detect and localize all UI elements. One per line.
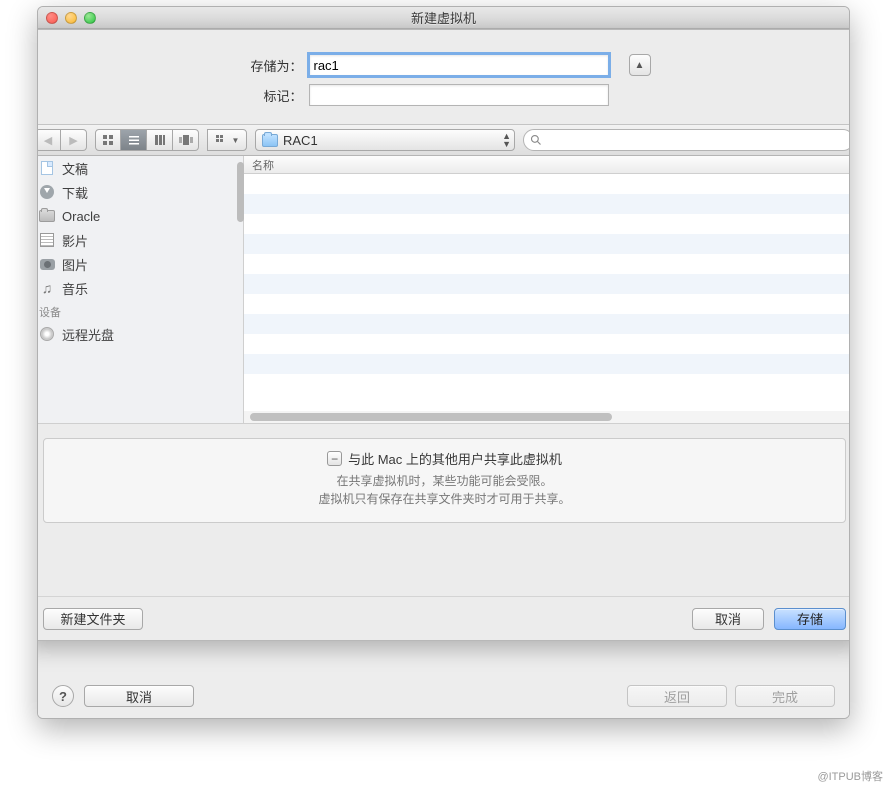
- view-icon-button[interactable]: [95, 129, 121, 151]
- list-row: [244, 234, 850, 254]
- sheet-bottom-bar: 新建文件夹 取消 存储: [37, 596, 850, 640]
- grid-icon: [102, 134, 114, 146]
- new-folder-button[interactable]: 新建文件夹: [43, 608, 143, 630]
- folder-icon: [39, 208, 55, 224]
- list-row: [244, 174, 850, 194]
- share-note-2: 虚拟机只有保存在共享文件夹时才可用于共享。: [52, 490, 837, 508]
- disc-icon: [39, 326, 55, 342]
- share-note-1: 在共享虚拟机时，某些功能可能会受限。: [52, 472, 837, 490]
- save-as-input[interactable]: [309, 54, 609, 76]
- search-box[interactable]: [523, 129, 850, 151]
- sidebar-item-remote-disc[interactable]: 远程光盘: [37, 322, 243, 346]
- titlebar: 新建虚拟机: [38, 7, 849, 29]
- column-icon: [154, 134, 166, 146]
- coverflow-icon: [179, 134, 193, 146]
- view-coverflow-button[interactable]: [173, 129, 199, 151]
- path-label: RAC1: [283, 133, 318, 148]
- film-icon: [39, 232, 55, 248]
- view-group: [95, 129, 199, 151]
- sidebar: 文稿 下载 Oracle 影片 图片: [37, 156, 244, 423]
- sidebar-item-label: 远程光盘: [62, 325, 114, 344]
- sidebar-devices-header: 设备: [37, 300, 243, 322]
- list-row: [244, 274, 850, 294]
- list-row: [244, 334, 850, 354]
- list-column-header[interactable]: 名称: [244, 156, 850, 174]
- main-window: 新建虚拟机 ? 取消 返回 完成 存储为： ▲ 标记：: [37, 6, 850, 719]
- nav-group: ◀ ▶: [37, 129, 87, 151]
- tag-input[interactable]: [309, 84, 609, 106]
- sidebar-item-label: Oracle: [62, 209, 100, 224]
- share-title: 与此 Mac 上的其他用户共享此虚拟机: [348, 449, 562, 468]
- nav-forward-button[interactable]: ▶: [61, 129, 87, 151]
- hscroll-thumb[interactable]: [250, 413, 612, 421]
- music-icon: ♫: [39, 280, 55, 296]
- sidebar-item-documents[interactable]: 文稿: [37, 156, 243, 180]
- help-button[interactable]: ?: [52, 685, 74, 707]
- updown-icon: ▲▼: [502, 132, 511, 148]
- list-row: [244, 294, 850, 314]
- list-rows: [244, 174, 850, 411]
- sidebar-item-label: 图片: [62, 255, 88, 274]
- sheet-cancel-button[interactable]: 取消: [692, 608, 764, 630]
- sheet-save-button[interactable]: 存储: [774, 608, 846, 630]
- sidebar-item-music[interactable]: ♫ 音乐: [37, 276, 243, 300]
- file-list: 名称: [244, 156, 850, 423]
- sidebar-item-oracle[interactable]: Oracle: [37, 204, 243, 228]
- window-title: 新建虚拟机: [38, 8, 849, 27]
- view-list-button[interactable]: [121, 129, 147, 151]
- sidebar-scrollbar-thumb[interactable]: [237, 162, 244, 222]
- sidebar-item-label: 文稿: [62, 159, 88, 178]
- sheet-top: 存储为： ▲ 标记：: [37, 30, 850, 124]
- sidebar-item-label: 音乐: [62, 279, 88, 298]
- list-icon: [128, 134, 140, 146]
- browser-toolbar: ◀ ▶ ▼: [37, 124, 850, 156]
- list-row: [244, 354, 850, 374]
- watermark: @ITPUB博客: [817, 768, 883, 784]
- arrange-group: ▼: [207, 129, 247, 151]
- browser-body: 文稿 下载 Oracle 影片 图片: [37, 156, 850, 424]
- search-icon: [530, 134, 542, 146]
- sidebar-item-movies[interactable]: 影片: [37, 228, 243, 252]
- wizard-bottom-bar: ? 取消 返回 完成: [38, 674, 849, 718]
- tag-label: 标记：: [183, 86, 303, 105]
- share-panel: − 与此 Mac 上的其他用户共享此虚拟机 在共享虚拟机时，某些功能可能会受限。…: [43, 438, 846, 523]
- save-sheet: 存储为： ▲ 标记： ◀ ▶: [37, 29, 850, 641]
- list-row: [244, 254, 850, 274]
- sidebar-item-label: 影片: [62, 231, 88, 250]
- download-icon: [39, 184, 55, 200]
- list-row: [244, 194, 850, 214]
- document-icon: [39, 160, 55, 176]
- sidebar-item-pictures[interactable]: 图片: [37, 252, 243, 276]
- collapse-toggle-button[interactable]: ▲: [629, 54, 651, 76]
- path-dropdown[interactable]: RAC1 ▲▼: [255, 129, 515, 151]
- wizard-finish-button: 完成: [735, 685, 835, 707]
- list-row: [244, 314, 850, 334]
- nav-back-button[interactable]: ◀: [37, 129, 61, 151]
- horizontal-scrollbar[interactable]: [244, 411, 850, 423]
- sidebar-item-downloads[interactable]: 下载: [37, 180, 243, 204]
- list-row: [244, 374, 850, 394]
- search-input[interactable]: [546, 133, 847, 147]
- wizard-back-button: 返回: [627, 685, 727, 707]
- camera-icon: [39, 256, 55, 272]
- arrange-button[interactable]: ▼: [207, 129, 247, 151]
- list-row: [244, 214, 850, 234]
- folder-icon: [262, 134, 278, 147]
- arrange-icon: [215, 134, 229, 146]
- save-as-label: 存储为：: [183, 56, 303, 75]
- share-toggle-button[interactable]: −: [327, 451, 342, 466]
- sidebar-item-label: 下载: [62, 183, 88, 202]
- view-column-button[interactable]: [147, 129, 173, 151]
- wizard-cancel-button[interactable]: 取消: [84, 685, 194, 707]
